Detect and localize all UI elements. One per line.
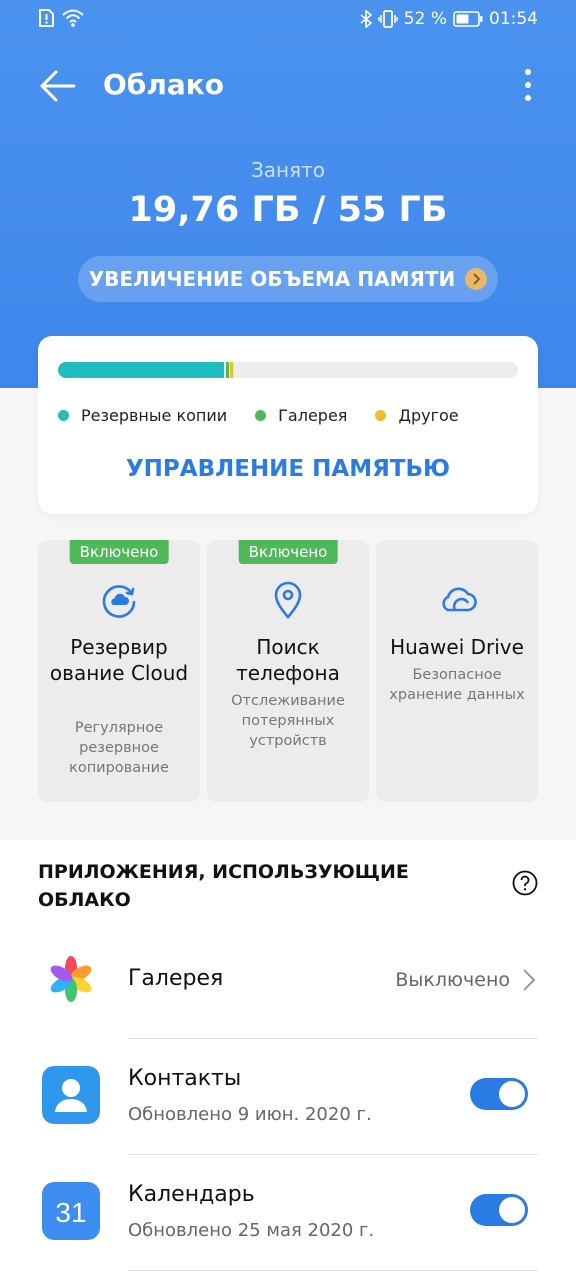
apps-section: ПРИЛОЖЕНИЯ, ИСПОЛЬЗУЮЩИЕ ОБЛАКО Галерея … [0,840,576,1280]
calendar-icon: 31 [42,1182,100,1240]
wifi-icon [62,9,84,27]
clock: 01:54 [489,9,538,29]
storage-legend: Резервные копии Галерея Другое [58,406,459,425]
cloud-backup-icon [102,585,136,618]
tile-subtitle: Безопасное хранение данных [389,667,525,703]
sim-alert-icon [39,9,54,27]
divider [128,1154,538,1155]
feature-tiles: Включено Резервир ование Cloud Регулярно… [38,540,538,802]
help-icon[interactable] [512,870,538,896]
divider [128,1270,538,1271]
back-button[interactable] [38,66,78,106]
enabled-badge: Включено [238,540,338,564]
used-label: Занято [250,158,326,182]
manage-storage-button[interactable]: УПРАВЛЕНИЕ ПАМЯТЬЮ [38,456,538,482]
app-name: Контакты [128,1066,242,1091]
toggle-knob [499,1197,525,1223]
increase-storage-label: УВЕЛИЧЕНИЕ ОБЪЕМА ПАМЯТИ [88,267,456,291]
section-title: ПРИЛОЖЕНИЯ, ИСПОЛЬЗУЮЩИЕ ОБЛАКО [38,861,409,911]
battery-percent: 52 % [403,9,447,29]
used-value: 19,76 ГБ / 55 ГБ [128,190,448,230]
legend-dot [255,410,267,421]
status-bar: 52 % 01:54 [0,0,576,40]
app-name: Галерея [128,966,224,991]
legend-item-gallery: Галерея [255,406,347,425]
app-status: Выключено [395,969,510,991]
legend-dot [375,410,387,421]
increase-storage-button[interactable]: УВЕЛИЧЕНИЕ ОБЪЕМА ПАМЯТИ [78,256,498,302]
gallery-flower-icon [42,950,100,1008]
legend-label: Галерея [278,406,348,425]
legend-label: Другое [398,406,459,425]
tile-title: Резервир ование Cloud [49,635,189,685]
storage-usage-bar [58,362,518,378]
app-updated: Обновлено 25 мая 2020 г. [128,1220,375,1241]
storage-card: Резервные копии Галерея Другое УПРАВЛЕНИ… [38,336,538,514]
tile-cloud-backup[interactable]: Включено Резервир ование Cloud Регулярно… [38,540,200,802]
page-title: Облако [103,68,224,101]
battery-icon [453,11,483,27]
location-pin-icon [274,581,302,619]
tile-find-phone[interactable]: Включено Поиск телефона Отслеживание пот… [207,540,369,802]
enabled-badge: Включено [69,540,169,564]
sync-toggle[interactable] [470,1078,528,1110]
app-row-gallery[interactable]: Галерея Выключено [38,948,538,1032]
legend-label: Резервные копии [81,406,228,425]
tile-title: Поиск телефона [236,635,340,685]
sync-toggle[interactable] [470,1194,528,1226]
more-vertical-icon [525,69,531,101]
tile-huawei-drive[interactable]: Huawei Drive Безопасное хранение данных [376,540,538,802]
chevron-right-icon [523,969,536,991]
storage-bar-segment [225,362,229,378]
app-name: Календарь [128,1182,255,1207]
legend-item-backups: Резервные копии [58,406,227,425]
app-row-calendar[interactable]: 31 Календарь Обновлено 25 мая 2020 г. [38,1178,538,1270]
tile-title: Huawei Drive [390,635,524,659]
svg-text:31: 31 [55,1197,86,1228]
tile-subtitle: Регулярное резервное копирование [69,720,169,776]
contacts-icon [42,1066,100,1124]
cloud-drive-icon [442,587,477,612]
storage-bar-segment [58,362,224,378]
toggle-knob [499,1081,525,1107]
arrow-left-icon [40,70,76,102]
chevron-right-badge-icon [465,268,488,290]
divider [128,1038,538,1039]
app-updated: Обновлено 9 июн. 2020 г. [128,1104,372,1125]
storage-bar-segment [229,362,233,378]
tile-subtitle: Отслеживание потерянных устройств [231,693,345,749]
app-row-contacts[interactable]: Контакты Обновлено 9 июн. 2020 г. [38,1062,538,1154]
more-options-button[interactable] [516,66,540,106]
legend-item-other: Другое [375,406,459,425]
vibrate-icon [378,10,398,28]
bluetooth-icon [360,10,372,28]
legend-dot [58,410,69,421]
